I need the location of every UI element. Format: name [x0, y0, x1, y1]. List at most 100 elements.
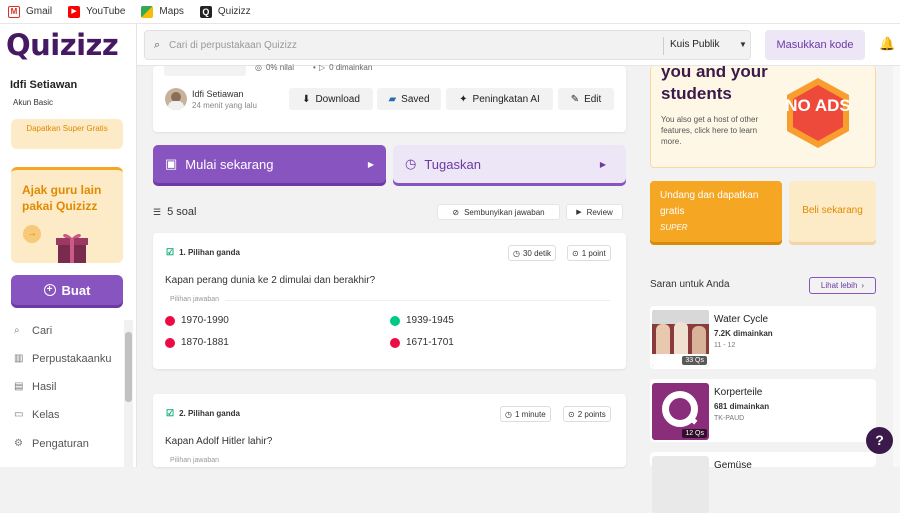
edit-icon: ✎: [570, 93, 580, 105]
stat-separator: •: [313, 63, 316, 72]
clock-icon: ◷: [513, 248, 520, 258]
assign-button[interactable]: ◷ Tugaskan ▶: [393, 145, 626, 183]
help-button[interactable]: ?: [866, 427, 893, 454]
divider: [663, 37, 664, 55]
bookmark-label: Maps: [159, 6, 184, 17]
no-ads-promo-card[interactable]: you and your students You also get a hos…: [650, 66, 876, 168]
arrow-right-icon[interactable]: →: [23, 225, 41, 243]
bookmark-maps[interactable]: Maps: [141, 5, 184, 18]
start-now-button[interactable]: ▣ Mulai sekarang ▶: [153, 145, 386, 183]
question-title: 1. Pilihan ganda: [179, 248, 240, 257]
question-card[interactable]: ☑ 1. Pilihan ganda ◷ 30 detik ⊙ 1 point Ka…: [153, 233, 626, 369]
accuracy-stat: ◎ 0% nilai: [255, 63, 294, 72]
check-circle-icon: ⊙: [568, 409, 575, 419]
account-plan: Akun Basic: [13, 98, 54, 107]
see-more-button[interactable]: Lihat lebih ›: [809, 277, 876, 294]
suggestion-item[interactable]: 12 Qs Korperteile 681 dimainkan TK-PAUD: [650, 379, 876, 442]
author-name[interactable]: Idfi Setiawan: [192, 89, 244, 99]
target-icon: ◎: [255, 63, 262, 72]
enter-code-button[interactable]: Masukkan kode: [765, 30, 865, 60]
bookmark-quizizz[interactable]: Q Quizizz: [199, 5, 251, 18]
nav-item-results[interactable]: ▤ Hasil: [14, 381, 56, 393]
bell-icon[interactable]: 🔔: [879, 36, 895, 52]
plays-text: 0 dimainkan: [329, 63, 373, 72]
bookmark-label: YouTube: [86, 6, 126, 17]
hide-answers-button[interactable]: ⊘ Sembunyikan jawaban: [437, 204, 560, 220]
sidebar-scrollbar[interactable]: [124, 320, 133, 467]
download-button[interactable]: ⬇ Download: [289, 88, 373, 110]
updated-time: 24 menit yang lalu: [192, 101, 257, 110]
bookmark-youtube[interactable]: ▶ YouTube: [68, 5, 126, 18]
chevron-right-icon: ›: [861, 281, 865, 290]
accuracy-text: 0% nilai: [265, 63, 294, 72]
hide-answers-label: Sembunyikan jawaban: [464, 207, 545, 217]
time-label: 30 detik: [522, 248, 552, 258]
suggestion-grade: 11 - 12: [714, 342, 736, 349]
suggestion-plays: 681 dimainkan: [714, 402, 770, 411]
question-type: ☑ 1. Pilihan ganda: [166, 247, 240, 258]
time-label: 1 minute: [514, 409, 546, 419]
ai-enhance-button[interactable]: ✦ Peningkatan AI: [446, 88, 553, 110]
plays-stat: ▷ 0 dimainkan: [319, 63, 372, 72]
chevron-down-icon[interactable]: ▼: [739, 40, 747, 49]
nav-item-library[interactable]: ▥ Perpustakaanku: [14, 353, 112, 365]
question-card[interactable]: ☑ 2. Pilihan ganda ◷ 1 minute ⊙ 2 points K…: [153, 394, 626, 467]
review-button[interactable]: ▶ Review: [566, 204, 623, 220]
bookmark-gmail[interactable]: M Gmail: [8, 5, 52, 18]
quizizz-logo[interactable]: Quizizz: [6, 28, 119, 62]
download-label: Download: [315, 93, 360, 105]
search-box[interactable]: ⌕ Cari di perpustakaan Quizizz Kuis Publ…: [144, 30, 751, 60]
play-icon: ▷: [319, 63, 326, 72]
get-super-button[interactable]: Dapatkan Super Gratis: [11, 119, 123, 149]
library-icon: ▥: [14, 353, 24, 364]
quiz-image-placeholder: [164, 66, 246, 76]
nav-item-classes[interactable]: ▭ Kelas: [14, 409, 60, 421]
saved-button[interactable]: ▰ Saved: [377, 88, 441, 110]
sidebar: Quizizz Idfi Setiawan Akun Basic Dapatka…: [0, 24, 137, 467]
time-badge: ◷ 30 detik: [508, 245, 557, 261]
page-scrollbar[interactable]: [893, 66, 900, 467]
suggestion-thumbnail: [652, 456, 709, 513]
points-label: 2 points: [577, 409, 606, 419]
incorrect-dot-icon: [165, 315, 175, 326]
suggestion-grade: TK-PAUD: [714, 415, 745, 422]
avatar[interactable]: [165, 88, 187, 110]
nav-label: Pengaturan: [32, 438, 89, 450]
promo-body[interactable]: You also get a host of other features, c…: [661, 114, 771, 147]
user-name[interactable]: Idfi Setiawan: [10, 79, 77, 91]
top-bar: ⌕ Cari di perpustakaan Quizizz Kuis Publ…: [137, 24, 900, 66]
settings-icon: ⚙: [14, 438, 23, 449]
search-input[interactable]: Cari di perpustakaan Quizizz: [169, 40, 297, 51]
suggestion-item[interactable]: 33 Qs Water Cycle 7.2K dimainkan 11 - 12: [650, 306, 876, 369]
nav-item-search[interactable]: ⌕ Cari: [14, 325, 52, 337]
gmail-icon: M: [8, 5, 20, 18]
folder-icon: ▰: [388, 93, 397, 105]
question-text: Kapan Adolf Hitler lahir?: [165, 436, 273, 447]
promo-headline: you and your students: [661, 66, 768, 103]
scope-select[interactable]: Kuis Publik: [670, 39, 719, 50]
no-ads-badge-text: NO ADS: [785, 96, 851, 115]
scrollbar-thumb[interactable]: [125, 332, 132, 402]
question-title: 2. Pilihan ganda: [179, 409, 240, 418]
points-badge: ⊙ 2 points: [563, 406, 611, 422]
edit-button[interactable]: ✎ Edit: [558, 88, 614, 110]
checkbox-icon: ☑: [166, 247, 175, 257]
create-button[interactable]: + Buat: [11, 275, 123, 305]
nav-label: Perpustakaanku: [32, 353, 112, 365]
time-badge: ◷ 1 minute: [500, 406, 551, 422]
present-icon: ▣: [165, 156, 178, 171]
search-icon: ⌕: [14, 325, 20, 336]
invite-teachers-card[interactable]: Ajak guru lain pakai Quizizz →: [11, 167, 123, 263]
incorrect-dot-icon: [165, 337, 175, 348]
download-icon: ⬇: [302, 93, 311, 105]
nav-item-settings[interactable]: ⚙ Pengaturan: [14, 438, 89, 450]
review-label: Review: [586, 207, 613, 217]
answer-option: 1970-1990: [165, 315, 229, 326]
eye-off-icon: ⊘: [452, 207, 460, 217]
buy-now-card[interactable]: Beli sekarang: [789, 181, 876, 242]
answer-choices-label: Pilihan jawaban: [170, 457, 220, 464]
saved-label: Saved: [401, 93, 430, 105]
invite-earn-card[interactable]: Undang dan dapatkan gratis SUPER: [650, 181, 782, 242]
suggestion-item[interactable]: Gemüse: [650, 452, 876, 513]
answer-text: 1970-1990: [181, 315, 229, 326]
